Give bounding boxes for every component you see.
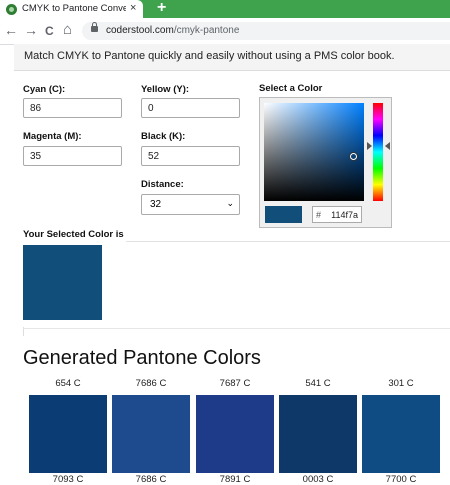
url-host: coderstool.com [106,25,174,36]
cyan-label: Cyan (C): [23,84,66,95]
distance-select[interactable]: 32 ⌄ [141,194,240,215]
hex-value: 114f7a [331,210,358,220]
magenta-input[interactable]: 35 [23,146,122,166]
pantone-swatch [29,395,107,473]
distance-label: Distance: [141,179,184,190]
hue-arrow-right-icon[interactable] [385,142,390,150]
cyan-input[interactable]: 86 [23,98,122,118]
selected-color-label: Your Selected Color is [23,229,124,240]
black-label: Black (K): [141,131,186,142]
selected-color-swatch [23,245,102,320]
color-picker: # 114f7a [259,97,392,228]
yellow-label: Yellow (Y): [141,84,190,95]
picker-swatch [265,206,302,223]
chevron-down-icon: ⌄ [226,198,234,208]
picker-title: Select a Color [259,83,323,94]
pantone-name: 7686 C [135,378,167,389]
pantone-code: 0003 C [302,474,334,485]
pantone-code: 7700 C [385,474,417,485]
pantone-code: 7093 C [52,474,84,485]
pantone-code: 7686 C [135,474,167,485]
yellow-input[interactable]: 0 [141,98,240,118]
site-favicon-icon [6,4,17,15]
back-arrow-icon[interactable]: ← [4,22,18,38]
new-tab-icon[interactable]: + [157,0,166,17]
forward-arrow-icon[interactable]: → [24,22,38,38]
pantone-name: 301 C [388,378,414,389]
saturation-value-area[interactable] [264,103,364,201]
pantone-name: 7687 C [219,378,251,389]
pantone-swatch [279,395,357,473]
pantone-code: 7891 C [219,474,251,485]
black-input[interactable]: 52 [141,146,240,166]
url-text: coderstool.com/cmyk-pantone [106,25,239,36]
address-toolbar: ← → C ⌂ coderstool.com/cmyk-pantone [0,18,450,45]
divider [126,241,450,242]
hue-slider[interactable] [373,103,383,201]
generated-heading: Generated Pantone Colors [23,347,261,369]
browser-tab[interactable]: CMYK to Pantone Converter | Co × [0,0,143,18]
pantone-name: 654 C [55,378,81,389]
url-field[interactable]: coderstool.com/cmyk-pantone [82,22,450,40]
url-path: /cmyk-pantone [173,25,240,36]
divider [23,328,450,329]
intro-text: Match CMYK to Pantone quickly and easily… [24,50,395,62]
hex-input[interactable]: # 114f7a [312,206,362,223]
pantone-swatch [112,395,190,473]
pantone-swatch [196,395,274,473]
browser-tab-strip: CMYK to Pantone Converter | Co × + [0,0,450,18]
distance-value: 32 [150,199,162,210]
picker-cursor-icon[interactable] [350,153,357,160]
lock-icon [91,22,98,32]
pantone-name: 541 C [305,378,331,389]
intro-banner: Match CMYK to Pantone quickly and easily… [14,44,450,71]
pantone-swatch [362,395,440,473]
home-icon[interactable]: ⌂ [63,21,72,38]
magenta-label: Magenta (M): [23,131,82,142]
reload-icon[interactable]: C [45,24,54,38]
tab-title: CMYK to Pantone Converter | Co [22,3,126,14]
tab-close-icon[interactable]: × [130,2,136,14]
hue-arrow-left-icon[interactable] [367,142,372,150]
hex-hash: # [316,210,322,220]
